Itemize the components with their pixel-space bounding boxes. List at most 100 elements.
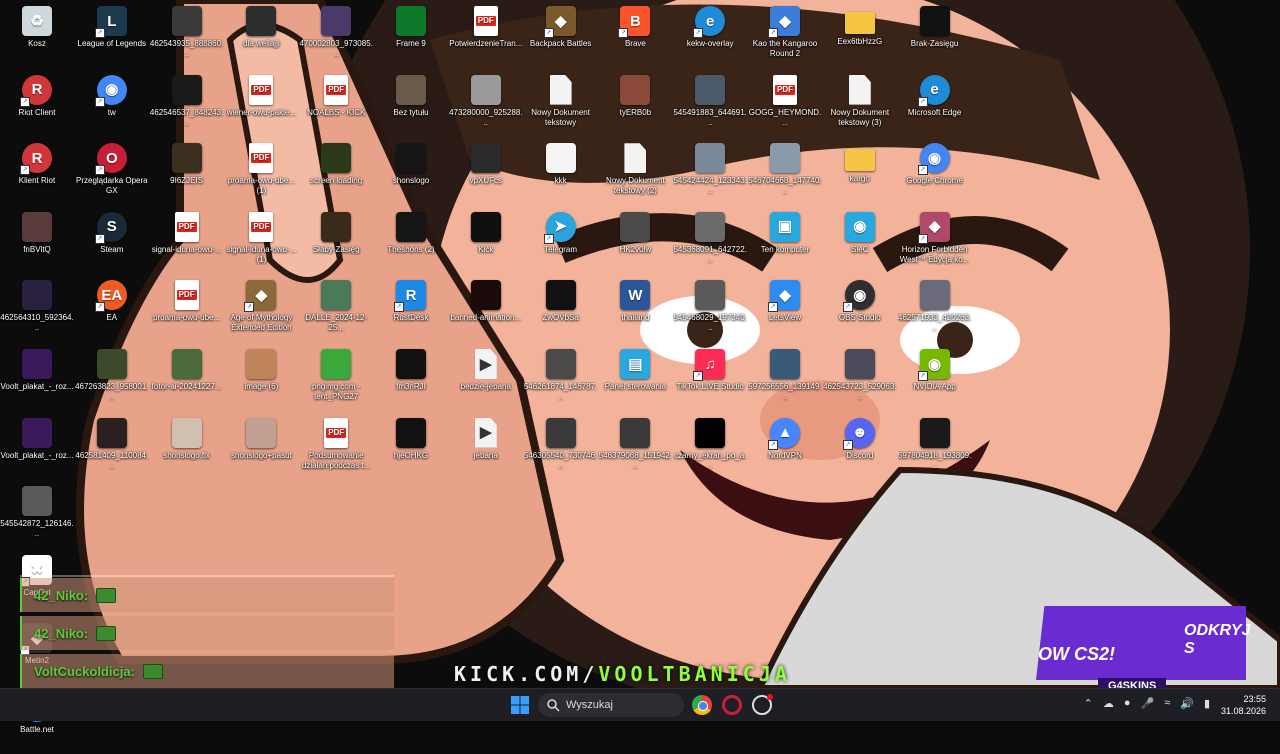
desktop-icon[interactable]: ➤ ↗ Telegram <box>524 208 598 274</box>
desktop-icon[interactable]: ◆ ↗ Horizon Forbidden West™ Edycja ko... <box>898 208 972 274</box>
desktop-icon[interactable]: ▤ Panel sterowania <box>598 345 672 411</box>
microphone-icon[interactable]: 🎤 <box>1140 697 1154 710</box>
start-button[interactable] <box>510 695 530 715</box>
desktop-icon[interactable]: 546704668_147740... <box>748 139 822 205</box>
desktop-icon[interactable]: Brak-Zasięgu <box>898 2 972 68</box>
desktop-icon[interactable]: 467263823_958001... <box>75 345 149 411</box>
desktop-icon[interactable]: R ↗ RustDesk <box>374 276 448 342</box>
desktop-icon[interactable]: PDF NOALBS - KICK <box>299 71 373 137</box>
desktop-icon[interactable]: e ↗ kekw-overlay <box>673 2 747 68</box>
desktop-icon[interactable]: DALLE_2024-12-25... <box>299 276 373 342</box>
desktop-icon[interactable]: banned-animation... <box>449 276 523 342</box>
desktop-icon[interactable]: 546261874_146787... <box>524 345 598 411</box>
desktop-icon[interactable]: ◆ ↗ Kao the Kangaroo Round 2 <box>748 2 822 68</box>
taskbar-clock[interactable]: 23:55 31.08.2026 <box>1221 693 1266 717</box>
desktop-icon[interactable]: czarny_ekran_po_a... <box>673 414 747 480</box>
desktop-icon[interactable]: fnBVltQ <box>0 208 74 274</box>
onedrive-icon[interactable]: ☁ <box>1103 697 1114 710</box>
desktop-icon[interactable]: R ↗ Riot Client <box>0 71 74 137</box>
taskbar-chrome-icon[interactable] <box>692 695 712 715</box>
desktop-icon[interactable]: ▲ ↗ NordVPN <box>748 414 822 480</box>
desktop-icon[interactable]: shonslogo.fix <box>150 414 224 480</box>
desktop-icon[interactable]: Wthailand <box>598 276 672 342</box>
desktop-icon[interactable]: tyERB0b <box>598 71 672 137</box>
desktop-icon[interactable]: vpXUFcs <box>449 139 523 205</box>
desktop-icon[interactable]: 470002803_973085... <box>299 2 373 68</box>
desktop-icon[interactable]: EA ↗ EA <box>75 276 149 342</box>
desktop-icon[interactable]: fotor-ai-20241227... <box>150 345 224 411</box>
desktop-icon[interactable]: 462546537_848243... <box>150 71 224 137</box>
desktop-icon[interactable]: image (6) <box>224 345 298 411</box>
desktop-icon[interactable]: PDF signal-iduna-owu-... <box>150 208 224 274</box>
desktop-icon[interactable]: ◉ SieĆ <box>823 208 897 274</box>
desktop-icon[interactable]: 545368091_642722... <box>673 208 747 274</box>
desktop-icon[interactable]: L ↗ League of Legends <box>75 2 149 68</box>
desktop-icon[interactable]: Eex6tbHzzG <box>823 2 897 68</box>
desktop-icon[interactable]: Kick <box>449 208 523 274</box>
desktop-icon[interactable]: ▣ Ten komputer <box>748 208 822 274</box>
desktop-icon[interactable]: fm3nRJI <box>374 345 448 411</box>
desktop-icon[interactable]: dla wellajji <box>224 2 298 68</box>
desktop-icon[interactable]: R ↗ Klient Riot <box>0 139 74 205</box>
desktop-icon[interactable]: 462571933_420263... <box>898 276 972 342</box>
desktop-icon[interactable]: Słaby-Zasięg <box>299 208 373 274</box>
desktop-icon[interactable]: ◉ ↗ Google Chrome <box>898 139 972 205</box>
desktop-icon[interactable]: 462564310_592364... <box>0 276 74 342</box>
desktop-icon[interactable]: Nowy Dokument tekstowy (2) <box>598 139 672 205</box>
taskbar-opera-gx-icon[interactable] <box>722 695 742 715</box>
desktop-icon[interactable]: kargo <box>823 139 897 205</box>
desktop-icon[interactable]: 546379068_151942... <box>598 414 672 480</box>
desktop-icon[interactable]: HK2v0lw <box>598 208 672 274</box>
desktop-icon[interactable]: screen loading <box>299 139 373 205</box>
desktop-icon[interactable]: PDF proama-owu-ube... <box>150 276 224 342</box>
desktop-icon[interactable]: ◉ ↗ NVIDIA App <box>898 345 972 411</box>
desktop-icon[interactable]: ♫ ↗ TikTok LIVE Studio <box>673 345 747 411</box>
desktop-icon[interactable]: hjeOHKG <box>374 414 448 480</box>
battery-icon[interactable]: ▮ <box>1204 697 1210 710</box>
desktop-icon[interactable]: ▶ jebana <box>449 414 523 480</box>
desktop-icon[interactable]: 545424424_123343... <box>673 139 747 205</box>
desktop-icon[interactable]: PDF proama-owu-ube... (1) <box>224 139 298 205</box>
desktop-icon[interactable]: PDF GOGG_HEYMOND... <box>748 71 822 137</box>
desktop-icon[interactable]: 545468029_197340... <box>673 276 747 342</box>
desktop-icon[interactable]: 462543723_529063... <box>823 345 897 411</box>
desktop-icon[interactable]: kkk <box>524 139 598 205</box>
desktop-icon[interactable]: e ↗ Microsoft Edge <box>898 71 972 137</box>
desktop-icon[interactable]: 546305540_730746... <box>524 414 598 480</box>
desktop-icon[interactable]: Nowy Dokument tekstowy <box>524 71 598 137</box>
desktop-icon[interactable]: ◆ ↗ Age of Mythology Extended Edition <box>224 276 298 342</box>
desktop-icon[interactable]: 597804918_193809... <box>898 414 972 480</box>
desktop-icon[interactable]: PDF wiener-owu-pakie... <box>224 71 298 137</box>
network-icon[interactable]: ● <box>1124 697 1131 710</box>
desktop-icon[interactable]: 462581409_110084... <box>75 414 149 480</box>
desktop-icon[interactable]: 473280000_925288... <box>449 71 523 137</box>
desktop-icon[interactable]: B ↗ Brave <box>598 2 672 68</box>
desktop-icon[interactable]: ☻ ↗ Discord <box>823 414 897 480</box>
desktop-icon[interactable]: S ↗ Steam <box>75 208 149 274</box>
desktop-icon[interactable]: shonslogo+pasut <box>224 414 298 480</box>
desktop-icon[interactable]: Nowy Dokument tekstowy (3) <box>823 71 897 137</box>
desktop-icon[interactable]: ◉ ↗ OBS Studio <box>823 276 897 342</box>
desktop-icon[interactable]: shonslogo <box>374 139 448 205</box>
desktop-icon[interactable]: 545491883_644691... <box>673 71 747 137</box>
desktop-icon[interactable]: Theshons (2) <box>374 208 448 274</box>
desktop-icon[interactable]: ♻ Kosz <box>0 2 74 68</box>
taskbar-obs-icon[interactable] <box>752 694 773 715</box>
desktop-icon[interactable]: 597256556_139149... <box>748 345 822 411</box>
volume-icon[interactable]: 🔊 <box>1180 697 1194 710</box>
desktop-icon[interactable]: Voolt_plakat_-_roz... <box>0 345 74 411</box>
desktop-icon[interactable]: ◉ ↗ tw <box>75 71 149 137</box>
desktop-icon[interactable]: O ↗ Przeglądarka Opera GX <box>75 139 149 205</box>
desktop-icon[interactable]: ZwOVbSa <box>524 276 598 342</box>
desktop-icon[interactable]: PDF signal-iduna-owu-... (1) <box>224 208 298 274</box>
desktop-icon[interactable]: PDF PotwierdzenieTran... <box>449 2 523 68</box>
desktop-icon[interactable]: ◆ ↗ Backpack Battles <box>524 2 598 68</box>
desktop-icon[interactable]: 462543935_888860... <box>150 2 224 68</box>
desktop-icon[interactable]: ◆ ↗ LetsView <box>748 276 822 342</box>
desktop-icon[interactable]: 9I6ZJEIS <box>150 139 224 205</box>
desktop-icon[interactable]: Voolt_plakat_-_roz... <box>0 414 74 480</box>
taskbar-search[interactable]: Wyszukaj <box>538 693 684 717</box>
desktop-icon[interactable]: Frame 9 <box>374 2 448 68</box>
desktop-icon[interactable]: 545542872_126146... <box>0 482 74 548</box>
desktop-icon[interactable]: ▶ bedzie-jebana <box>449 345 523 411</box>
